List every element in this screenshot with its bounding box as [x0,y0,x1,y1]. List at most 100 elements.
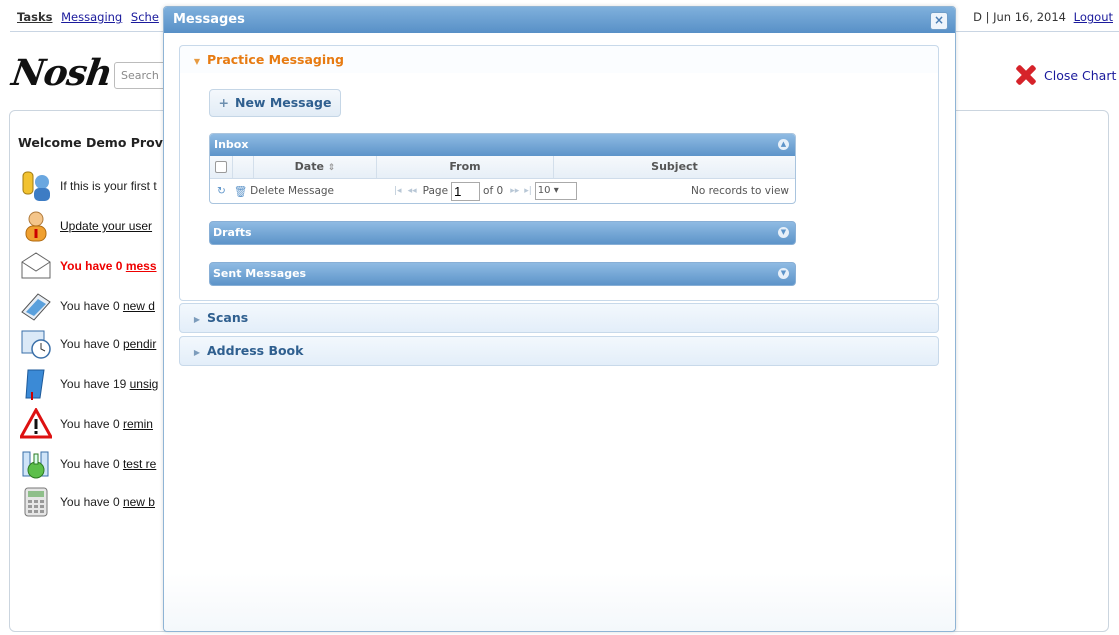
dialog-close-button[interactable]: × [930,12,948,30]
inbox-header-row: Date ⇕ From Subject [210,156,795,179]
welcome-title: Welcome Demo Provic [18,135,175,150]
next-page-icon[interactable]: ▸▸ [510,186,519,196]
sort-icon: ⇕ [327,163,336,173]
keys-user-icon [20,170,52,202]
welcome-item-reminders: You have 0 remin [20,408,153,440]
top-nav-right: D | Jun 16, 2014 Logout [973,10,1113,24]
test-results-link[interactable]: test re [123,457,156,471]
billing-count-text: You have 0 [60,495,123,509]
drafts-grid[interactable]: Drafts ▼ [209,221,796,245]
inbox-pager: ↻ 🗑 Delete Message |◂ ◂◂ Page of 0 ▸▸ ▸|… [210,179,795,203]
column-subject[interactable]: Subject [554,156,795,178]
drafts-title: Drafts [213,226,252,239]
prev-page-icon[interactable]: ◂◂ [408,186,417,196]
triangle-right-icon: ▶ [193,348,201,357]
column-subject-label: Subject [651,160,698,173]
new-message-label: New Message [234,95,332,110]
inbox-caption: Inbox ▲ [210,134,795,156]
sent-messages-title: Sent Messages [213,267,307,280]
welcome-item-pending: You have 0 pendir [20,328,156,360]
sent-messages-grid[interactable]: Sent Messages ▼ [209,262,796,286]
tests-count-text: You have 0 [60,457,123,471]
documents-count-text: You have 0 [60,299,123,313]
inbox-grid: Inbox ▲ Date ⇕ From Subject ↻ 🗑 Delete M… [209,133,796,204]
page-label: Page [422,185,449,197]
unsigned-count-text: You have 19 [60,377,130,391]
clock-window-icon [20,328,52,360]
column-date[interactable]: Date ⇕ [254,156,377,178]
plus-icon: + [218,95,229,110]
welcome-item-first-time: If this is your first t [20,170,157,202]
messages-count-text: You have 0 [60,259,126,273]
pending-link[interactable]: pendir [123,337,156,351]
last-page-icon[interactable]: ▸| [524,186,532,196]
update-user-link[interactable]: Update your user [60,219,152,233]
column-from-label: From [449,160,481,173]
rows-per-page-value: 10 [537,185,551,196]
inbox-title: Inbox [214,138,249,151]
spacer-column [233,156,254,178]
reminders-link[interactable]: remin [123,417,153,431]
welcome-item-unsigned: You have 19 unsig [20,368,158,400]
expand-down-icon[interactable]: ▼ [778,268,789,279]
lab-flask-icon [20,448,52,480]
scanner-icon [20,290,52,322]
trash-icon[interactable]: 🗑 [234,185,247,198]
user-info-icon [20,210,52,242]
new-billing-link[interactable]: new b [123,495,155,509]
section-label: Address Book [207,343,304,358]
welcome-item-messages: You have 0 mess [20,250,157,282]
dialog-titlebar[interactable]: Messages × [164,7,955,33]
reminders-count-text: You have 0 [60,417,123,431]
refresh-icon[interactable]: ↻ [217,185,226,197]
close-chart-link[interactable]: Close Chart [1044,68,1116,83]
welcome-item-documents: You have 0 new d [20,290,155,322]
pending-count-text: You have 0 [60,337,123,351]
delete-message-button[interactable]: Delete Message [250,185,334,197]
close-icon: × [933,13,945,27]
top-nav: Tasks Messaging Sche [17,10,164,24]
close-x-icon[interactable] [1014,64,1036,86]
welcome-item-tests: You have 0 test re [20,448,156,480]
book-icon [20,368,52,400]
new-message-button[interactable]: + New Message [209,89,341,117]
envelope-icon [20,250,52,282]
column-date-label: Date [294,160,324,173]
messages-dialog: Messages × ▼ Practice Messaging + New Mess… [163,6,956,632]
nav-link-messaging[interactable]: Messaging [61,10,122,24]
close-chart-control[interactable]: Close Chart [1014,64,1116,86]
section-practice-messaging[interactable]: ▼ Practice Messaging [179,45,939,75]
logout-link[interactable]: Logout [1074,10,1113,24]
first-page-icon[interactable]: |◂ [394,186,402,196]
welcome-item-billing: You have 0 new b [20,486,155,518]
search-placeholder: Search [121,69,159,82]
welcome-item-user: Update your user [20,210,152,242]
dialog-title: Messages [173,12,245,27]
new-documents-link[interactable]: new d [123,299,155,313]
welcome-item-text: If this is your first t [60,179,157,193]
select-all-cell [210,156,233,178]
nosh-logo: Nosh [9,52,115,94]
section-scans[interactable]: ▶ Scans [179,303,939,333]
rows-per-page-select[interactable]: 10 ▾ [534,182,577,200]
dialog-footer [164,573,955,631]
nav-link-tasks[interactable]: Tasks [17,10,52,24]
calculator-icon [20,486,52,518]
collapse-up-icon[interactable]: ▲ [778,139,789,150]
page-of-label: of 0 [483,185,504,197]
warning-icon [20,408,52,440]
records-status: No records to view [690,185,789,197]
triangle-right-icon: ▶ [193,315,201,324]
messages-link[interactable]: mess [126,259,157,273]
section-address-book[interactable]: ▶ Address Book [179,336,939,366]
section-label: Practice Messaging [207,52,344,67]
expand-down-icon[interactable]: ▼ [778,227,789,238]
column-from[interactable]: From [377,156,554,178]
user-date-info: D | Jun 16, 2014 [973,10,1066,24]
unsigned-link[interactable]: unsig [130,377,159,391]
section-label: Scans [207,310,249,325]
nav-link-schedule[interactable]: Sche [131,10,159,24]
triangle-down-icon: ▼ [193,57,201,66]
page-input[interactable] [451,181,481,201]
select-all-checkbox[interactable] [215,161,227,173]
